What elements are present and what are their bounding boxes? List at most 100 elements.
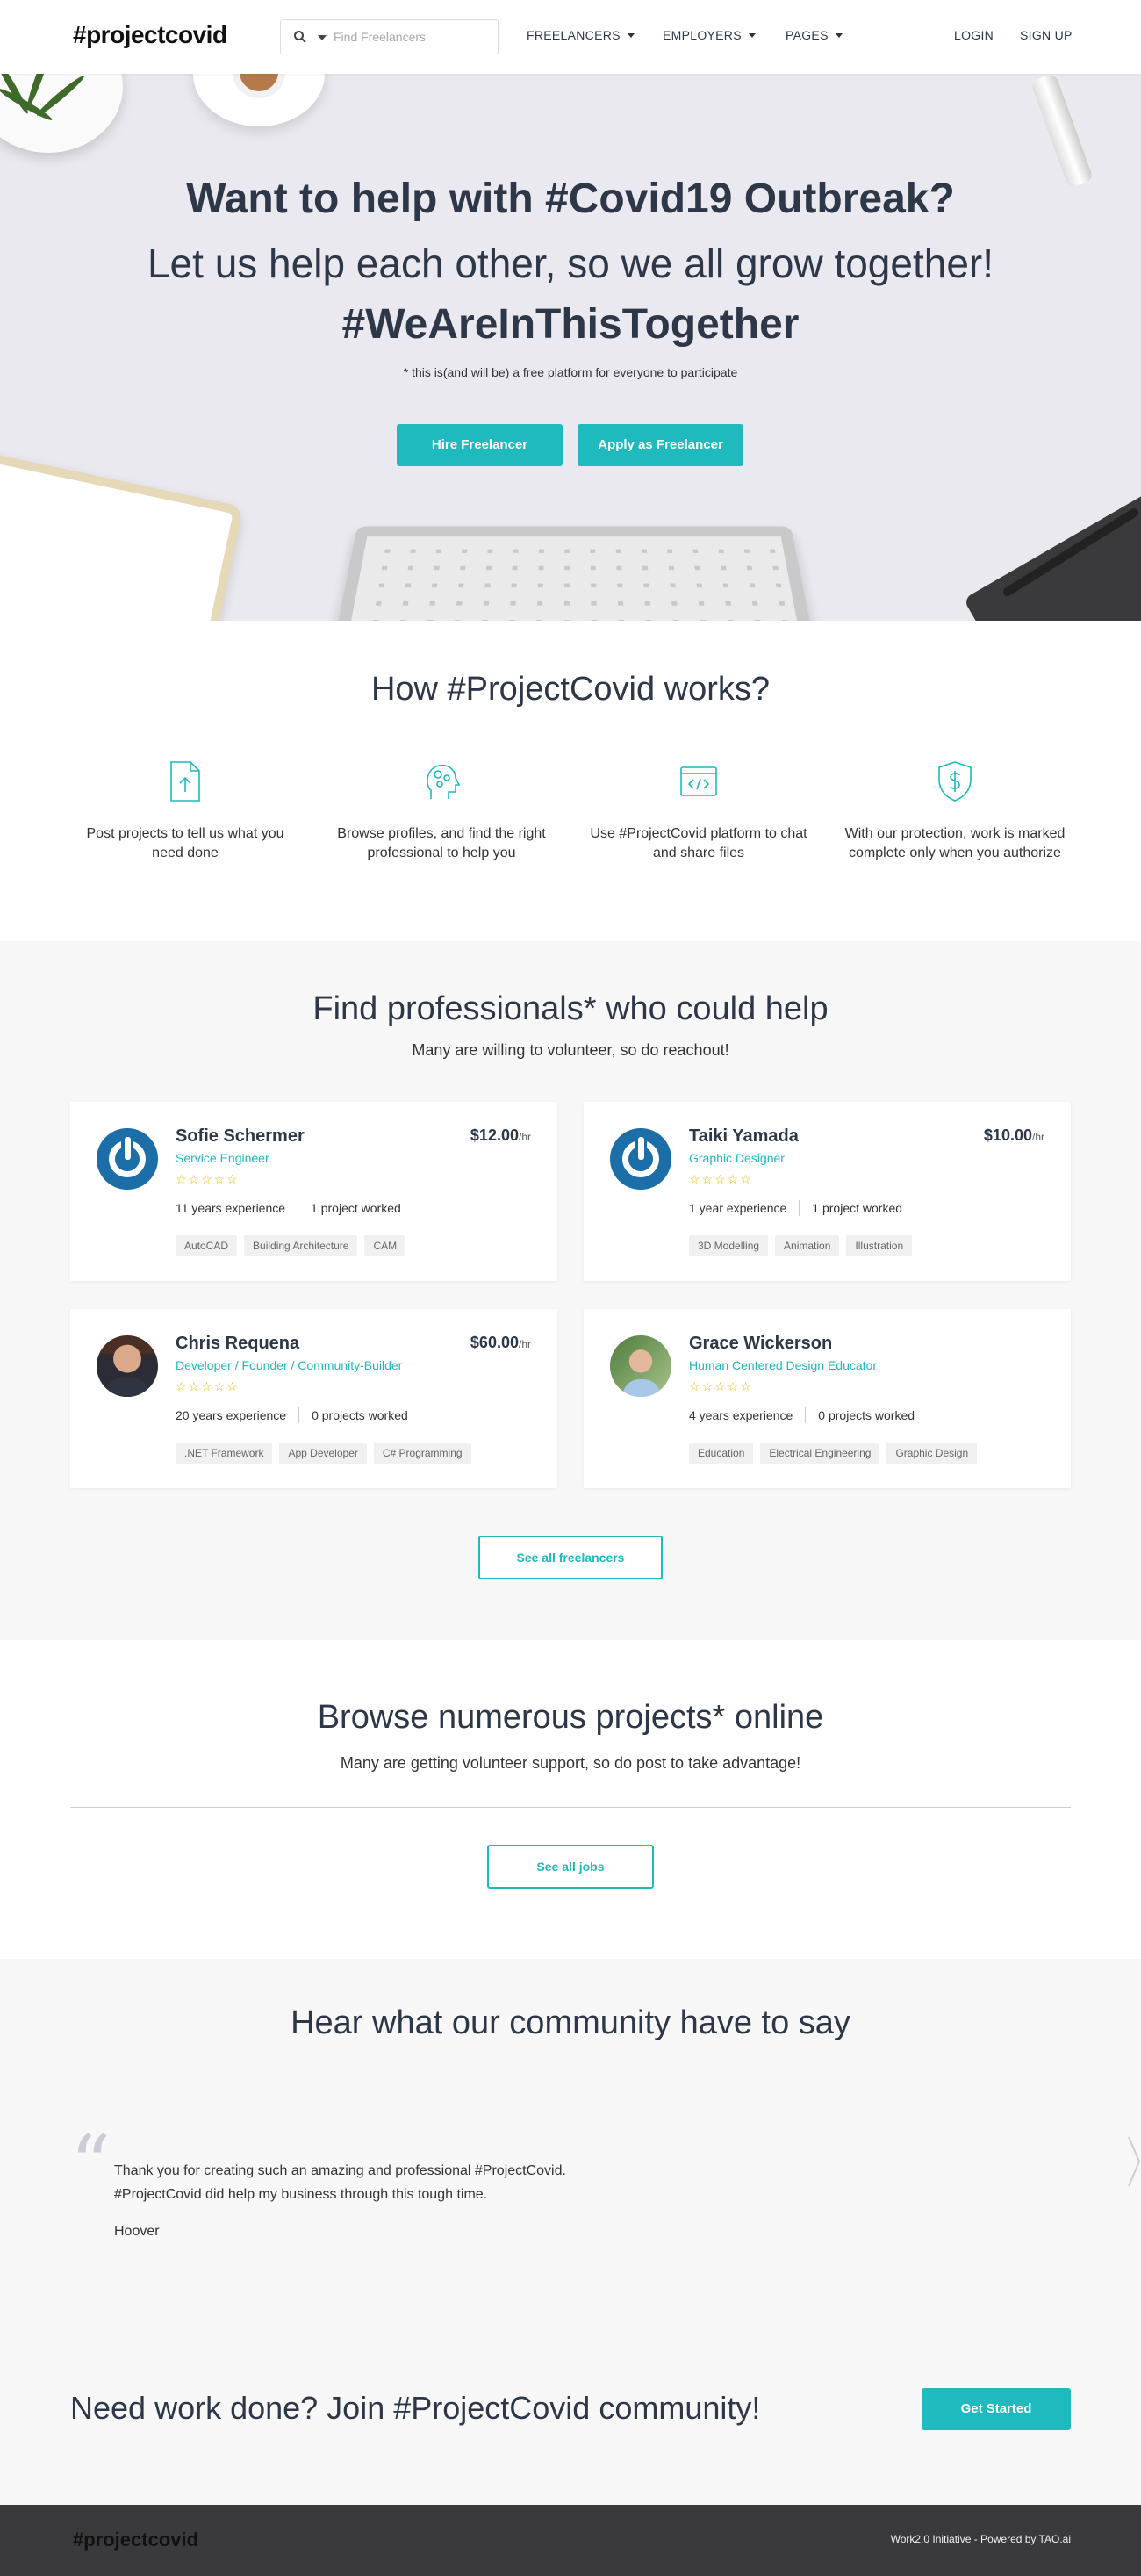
nav-employers-label: EMPLOYERS: [663, 28, 742, 42]
chevron-right-icon[interactable]: [1127, 2135, 1141, 2188]
hire-freelancer-button[interactable]: Hire Freelancer: [397, 424, 563, 466]
divider: [298, 1407, 299, 1423]
apply-freelancer-button[interactable]: Apply as Freelancer: [578, 424, 743, 466]
how-step-text: With our protection, work is marked comp…: [841, 824, 1069, 863]
how-step: Use #ProjectCovid platform to chat and s…: [585, 760, 813, 863]
footer-credits[interactable]: Work2.0 Initiative - Powered by TAO.ai: [891, 2533, 1071, 2545]
nav-employers[interactable]: EMPLOYERS: [663, 28, 756, 42]
skill-tag[interactable]: 3D Modelling: [689, 1235, 768, 1256]
testimonial-quote: Thank you for creating such an amazing a…: [114, 2159, 566, 2206]
get-started-button[interactable]: Get Started: [922, 2388, 1071, 2430]
projects-title: Browse numerous projects* online: [0, 1699, 1141, 1737]
signup-link[interactable]: SIGN UP: [1020, 28, 1073, 42]
head-gears-icon: [422, 760, 461, 802]
freelancer-card[interactable]: Sofie Schermer Service Engineer ☆☆☆☆☆ 11…: [70, 1102, 557, 1281]
freelancer-stats: 20 years experience 0 projects worked: [176, 1407, 408, 1423]
freelancer-name[interactable]: Grace Wickerson: [689, 1334, 832, 1354]
site-header: #projectcovid FREELANCERS EMPLOYERS PAGE…: [0, 0, 1141, 74]
search-input[interactable]: [334, 27, 492, 47]
how-step-text: Post projects to tell us what you need d…: [71, 824, 299, 863]
skill-tag[interactable]: Building Architecture: [244, 1235, 357, 1256]
quote-line: #ProjectCovid did help my business throu…: [114, 2183, 566, 2206]
how-step: Post projects to tell us what you need d…: [71, 760, 299, 863]
nav-pages[interactable]: PAGES: [786, 28, 843, 42]
how-step: Browse profiles, and find the right prof…: [327, 760, 556, 863]
projects-worked-text: 1 project worked: [812, 1201, 902, 1215]
search-category-dropdown-icon[interactable]: [318, 35, 327, 40]
skill-tag[interactable]: Animation: [775, 1235, 839, 1256]
nav-freelancers-label: FREELANCERS: [527, 28, 621, 42]
avatar[interactable]: [97, 1128, 158, 1190]
rating-stars: ☆☆☆☆☆: [689, 1379, 753, 1394]
coffee-cup-decoration: [193, 74, 325, 126]
hero-subtitle: Let us help each other, so we all grow t…: [0, 240, 1141, 287]
avatar[interactable]: [97, 1335, 158, 1397]
site-footer: #projectcovid Work2.0 Initiative - Power…: [0, 2505, 1141, 2576]
divider: [799, 1200, 800, 1216]
hourly-rate: $12.00/hr: [470, 1126, 531, 1145]
professionals-title: Find professionals* who could help: [0, 990, 1141, 1028]
skill-tag[interactable]: .NET Framework: [176, 1443, 272, 1464]
freelancer-stats: 1 year experience 1 project worked: [689, 1200, 902, 1216]
hero-hashtag: #WeAreInThisTogether: [0, 300, 1141, 349]
skill-tag[interactable]: Education: [689, 1443, 753, 1464]
how-step-text: Use #ProjectCovid platform to chat and s…: [585, 824, 813, 863]
chevron-down-icon: [836, 33, 843, 38]
skill-tag[interactable]: Electrical Engineering: [760, 1443, 879, 1464]
tablet-decoration: [0, 449, 243, 621]
site-logo[interactable]: #projectcovid: [73, 21, 227, 49]
chevron-down-icon: [749, 33, 756, 38]
freelancer-role: Service Engineer: [176, 1151, 269, 1165]
shield-dollar-icon: [936, 760, 974, 802]
pen-decoration: [1030, 74, 1094, 189]
login-link[interactable]: LOGIN: [954, 28, 994, 42]
avatar[interactable]: [610, 1335, 671, 1397]
skill-tag[interactable]: C# Programming: [374, 1443, 471, 1464]
hourly-rate: $10.00/hr: [984, 1126, 1044, 1145]
freelancer-name[interactable]: Taiki Yamada: [689, 1126, 799, 1147]
hourly-rate: $60.00/hr: [470, 1334, 531, 1352]
freelancer-card[interactable]: Chris Requena Developer / Founder / Comm…: [70, 1309, 557, 1488]
hero-title: Want to help with #Covid19 Outbreak?: [0, 175, 1141, 223]
plant-decoration: [0, 74, 123, 153]
freelancer-stats: 4 years experience 0 projects worked: [689, 1407, 915, 1423]
freelancer-card[interactable]: Grace Wickerson Human Centered Design Ed…: [584, 1309, 1071, 1488]
experience-text: 1 year experience: [689, 1201, 786, 1215]
quote-icon: “: [70, 2126, 111, 2205]
freelancer-name[interactable]: Sofie Schermer: [176, 1126, 305, 1147]
skill-tag[interactable]: AutoCAD: [176, 1235, 237, 1256]
professionals-section: Find professionals* who could help Many …: [0, 941, 1141, 1640]
rate-value: $10.00: [984, 1126, 1032, 1144]
freelancer-name[interactable]: Chris Requena: [176, 1334, 299, 1354]
freelancer-card[interactable]: Taiki Yamada Graphic Designer ☆☆☆☆☆ 1 ye…: [584, 1102, 1071, 1281]
keyboard-decoration: [335, 527, 814, 621]
see-all-freelancers-button[interactable]: See all freelancers: [478, 1536, 663, 1579]
freelancer-role: Graphic Designer: [689, 1151, 785, 1165]
skill-tags: Education Electrical Engineering Graphic D…: [689, 1443, 984, 1464]
skill-tag[interactable]: App Developer: [279, 1443, 366, 1464]
nav-freelancers[interactable]: FREELANCERS: [527, 28, 635, 42]
search-icon[interactable]: [293, 30, 307, 44]
how-step: With our protection, work is marked comp…: [841, 760, 1069, 863]
rating-stars: ☆☆☆☆☆: [176, 1379, 240, 1394]
footer-logo[interactable]: #projectcovid: [73, 2529, 198, 2551]
projects-worked-text: 0 projects worked: [818, 1408, 915, 1422]
skill-tag[interactable]: Illustration: [846, 1235, 912, 1256]
rating-stars: ☆☆☆☆☆: [689, 1172, 753, 1187]
skill-tag[interactable]: Graphic Design: [886, 1443, 977, 1464]
skill-tag[interactable]: CAM: [364, 1235, 405, 1256]
professionals-subtitle: Many are willing to volunteer, so do rea…: [0, 1041, 1141, 1060]
hero-note: * this is(and will be) a free platform f…: [0, 365, 1141, 379]
skill-tags: AutoCAD Building Architecture CAM: [176, 1235, 413, 1256]
avatar[interactable]: [610, 1128, 671, 1190]
search-box[interactable]: [280, 19, 499, 54]
projects-subtitle: Many are getting volunteer support, so d…: [0, 1754, 1141, 1773]
rating-stars: ☆☆☆☆☆: [176, 1172, 240, 1187]
testimonial-author: Hoover: [114, 2224, 160, 2240]
rate-unit: /hr: [1032, 1131, 1044, 1143]
divider: [805, 1407, 806, 1423]
see-all-jobs-button[interactable]: See all jobs: [487, 1845, 654, 1889]
rate-value: $60.00: [470, 1334, 519, 1351]
testimonials-title: Hear what our community have to say: [0, 2004, 1141, 2042]
upload-file-icon: [166, 760, 205, 802]
